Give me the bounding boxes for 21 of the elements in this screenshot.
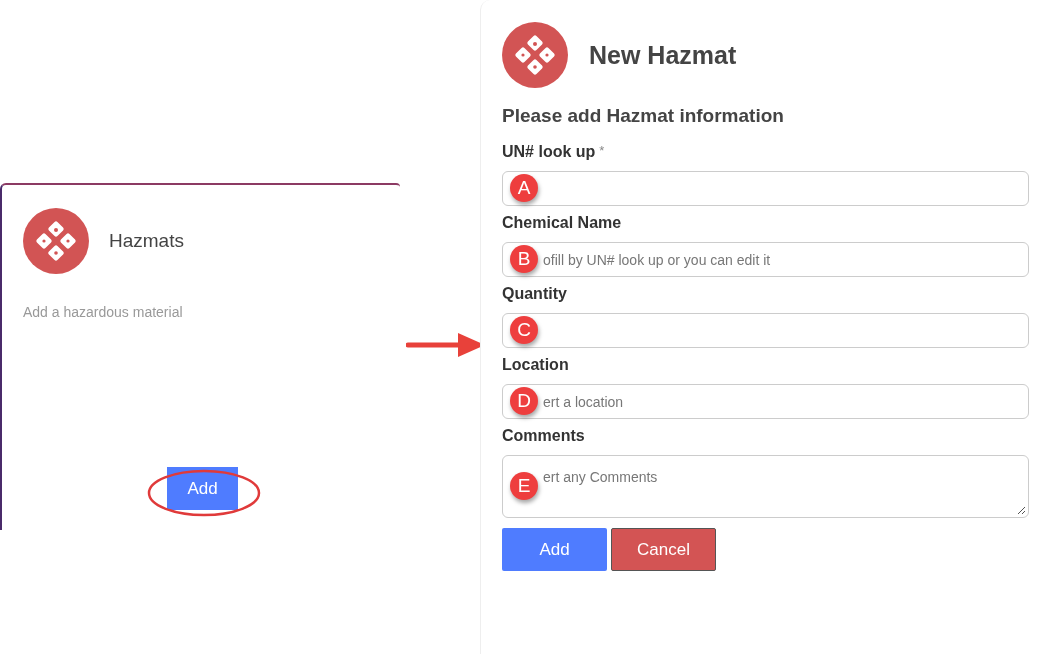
annotation-badge: D xyxy=(510,387,538,415)
add-button[interactable]: Add xyxy=(167,467,238,510)
annotation-badge: A xyxy=(510,174,538,202)
annotation-badge: B xyxy=(510,245,538,273)
input-field[interactable] xyxy=(502,171,1029,206)
card-title: Hazmats xyxy=(109,230,184,252)
card-description: Add a hazardous material xyxy=(23,304,184,320)
annotation-badge: C xyxy=(510,316,538,344)
annotation-badge: E xyxy=(510,472,538,500)
field-label: UN# look up xyxy=(502,143,596,161)
field-label: Location xyxy=(502,356,569,374)
dialog-subtitle: Please add Hazmat information xyxy=(502,105,785,127)
field-label: Quantity xyxy=(502,285,567,303)
input-field[interactable] xyxy=(502,313,1029,348)
required-asterisk: * xyxy=(599,143,605,158)
dialog-title: New Hazmat xyxy=(589,40,737,70)
field-label: Chemical Name xyxy=(502,214,622,232)
field-label: Comments xyxy=(502,427,585,445)
resize-grip-icon[interactable] xyxy=(1017,506,1026,515)
add-button[interactable]: Add xyxy=(502,528,607,571)
cancel-button[interactable]: Cancel xyxy=(611,528,716,571)
